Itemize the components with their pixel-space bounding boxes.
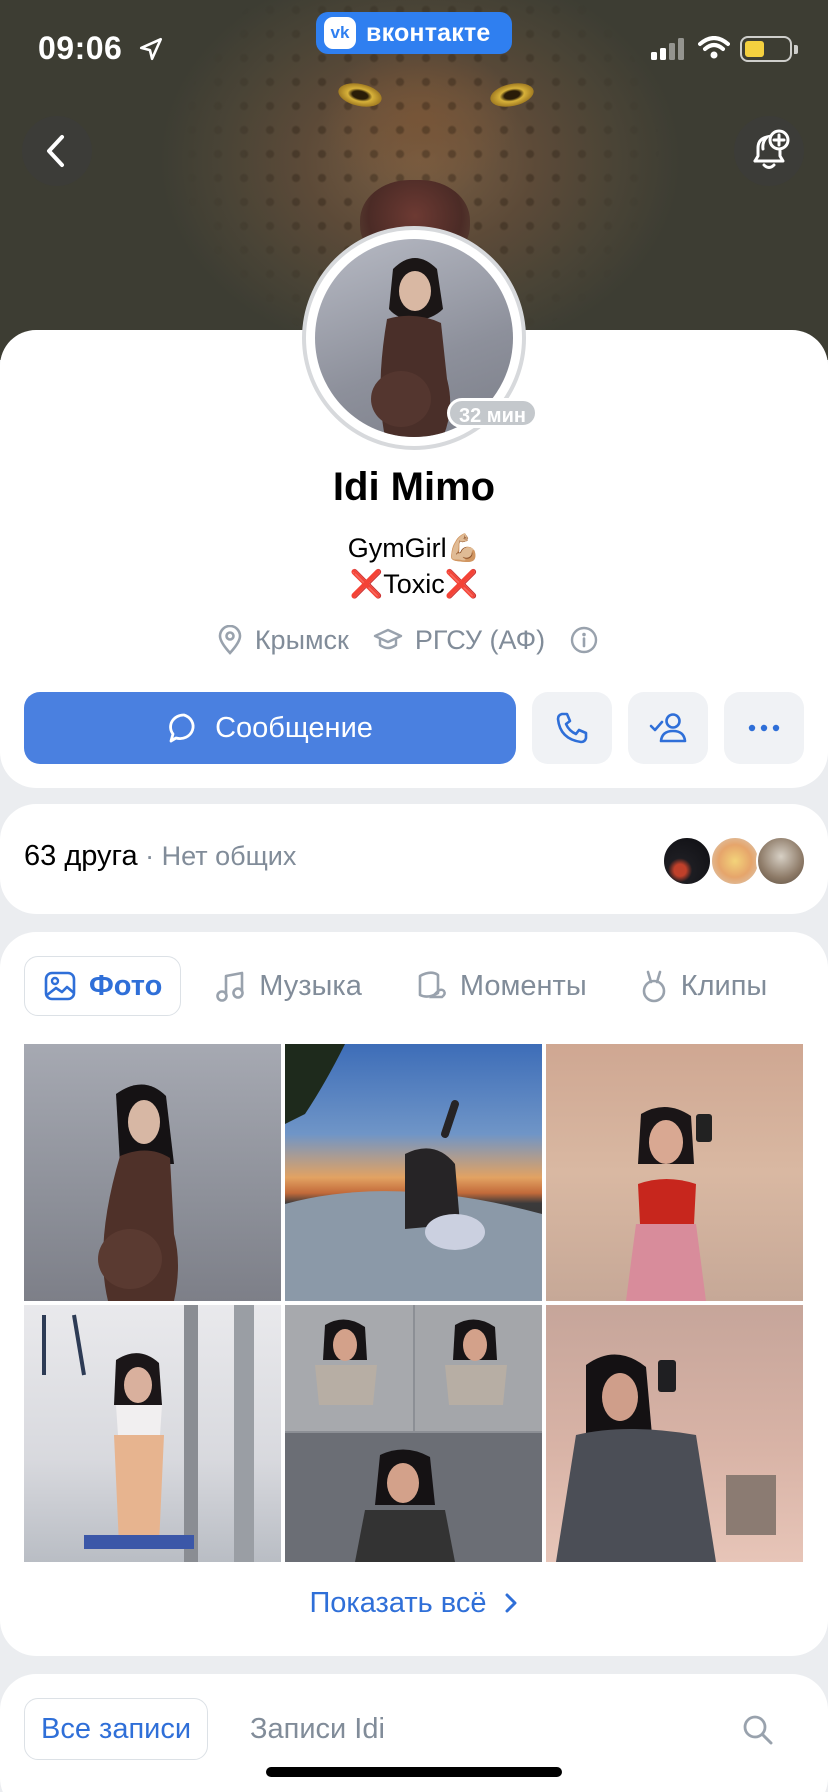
- home-indicator: [266, 1767, 562, 1777]
- media-tabs: Фото Музыка Моменты Клипы: [24, 956, 824, 1016]
- graduation-cap-icon: [373, 628, 403, 650]
- status-bar: 09:06 vk вконтакте: [0, 0, 828, 100]
- user-check-icon: [649, 713, 687, 743]
- tab-clips-label: Клипы: [680, 969, 768, 1002]
- vk-app-badge[interactable]: vk вконтакте: [316, 12, 512, 54]
- vk-logo-icon: vk: [324, 17, 356, 49]
- friends-card[interactable]: 63 друга · Нет общих: [0, 804, 828, 914]
- location-pin-icon: [218, 625, 242, 655]
- chat-bubble-icon: [169, 713, 195, 743]
- photo-thumbnail[interactable]: [285, 1305, 542, 1562]
- friend-avatar[interactable]: [710, 836, 760, 886]
- phone-icon: [556, 712, 588, 744]
- city-info: Крымск: [217, 625, 349, 656]
- friend-status-button[interactable]: [628, 692, 708, 764]
- vk-app-label: вконтакте: [366, 18, 491, 47]
- profile-info-row: Крымск РГСУ (АФ): [0, 620, 828, 660]
- university-label: РГСУ (АФ): [414, 624, 546, 655]
- friend-avatar[interactable]: [662, 836, 712, 886]
- tab-all-posts[interactable]: Все записи: [24, 1698, 209, 1760]
- friend-avatar[interactable]: [756, 836, 806, 886]
- chevron-right-icon: [505, 1593, 517, 1613]
- tab-photos[interactable]: Фото: [24, 956, 182, 1016]
- friends-summary: 63 друга · Нет общих: [24, 840, 297, 872]
- chevron-left-icon: [47, 135, 64, 167]
- tab-moments-label: Моменты: [459, 969, 587, 1002]
- tab-clips[interactable]: Клипы: [621, 956, 786, 1016]
- city-label: Крымск: [254, 624, 349, 655]
- message-button-label: Сообщение: [215, 711, 373, 744]
- more-actions-button[interactable]: [724, 692, 804, 764]
- media-card: Фото Музыка Моменты Клипы Показать всё: [0, 932, 828, 1656]
- location-arrow-icon: [139, 37, 163, 61]
- photo-thumbnail[interactable]: [24, 1044, 281, 1301]
- tab-photos-label: Фото: [89, 969, 163, 1002]
- photo-thumbnail[interactable]: [24, 1305, 281, 1562]
- tab-moments[interactable]: Моменты: [396, 956, 605, 1016]
- photo-thumbnail[interactable]: [546, 1044, 803, 1301]
- signal-icon: [651, 38, 684, 60]
- battery-icon: [740, 36, 792, 62]
- status-time: 09:06: [38, 30, 123, 66]
- moments-icon: [418, 971, 446, 999]
- music-note-icon: [216, 971, 245, 1002]
- tab-all-posts-label: Все записи: [41, 1712, 192, 1745]
- show-all-label: Показать всё: [309, 1587, 487, 1619]
- more-info-button[interactable]: [569, 625, 611, 655]
- tab-music[interactable]: Музыка: [197, 956, 380, 1016]
- photo-icon: [44, 971, 76, 1001]
- friends-count: 63 друга: [24, 840, 138, 872]
- clips-icon: [642, 970, 665, 1003]
- last-seen-badge: 32 мин: [447, 398, 538, 428]
- bell-plus-icon: [753, 129, 790, 169]
- subscribe-notifications-button[interactable]: [734, 116, 804, 186]
- back-button[interactable]: [22, 116, 92, 186]
- profile-status-line-1: GymGirl💪🏼: [347, 533, 481, 563]
- more-dots-icon: [748, 724, 780, 732]
- tab-own-posts[interactable]: Записи Idi: [250, 1698, 385, 1760]
- wifi-icon: [698, 36, 730, 59]
- photo-thumbnail[interactable]: [546, 1305, 803, 1562]
- education-info: РГСУ (АФ): [373, 625, 545, 656]
- message-button[interactable]: Сообщение: [24, 692, 516, 764]
- profile-status-line-2: ❌Toxic❌: [349, 569, 479, 599]
- info-icon: [570, 626, 598, 654]
- call-button[interactable]: [532, 692, 612, 764]
- search-icon[interactable]: [742, 1714, 774, 1746]
- show-all-photos-link[interactable]: Показать всё: [0, 1587, 828, 1620]
- tab-music-label: Музыка: [259, 969, 362, 1002]
- mutual-friends-label: Нет общих: [161, 841, 297, 871]
- tab-own-posts-label: Записи Idi: [250, 1712, 385, 1745]
- photo-thumbnail[interactable]: [285, 1044, 542, 1301]
- photo-grid: [24, 1044, 804, 1562]
- profile-name: Idi Mimo: [332, 465, 496, 509]
